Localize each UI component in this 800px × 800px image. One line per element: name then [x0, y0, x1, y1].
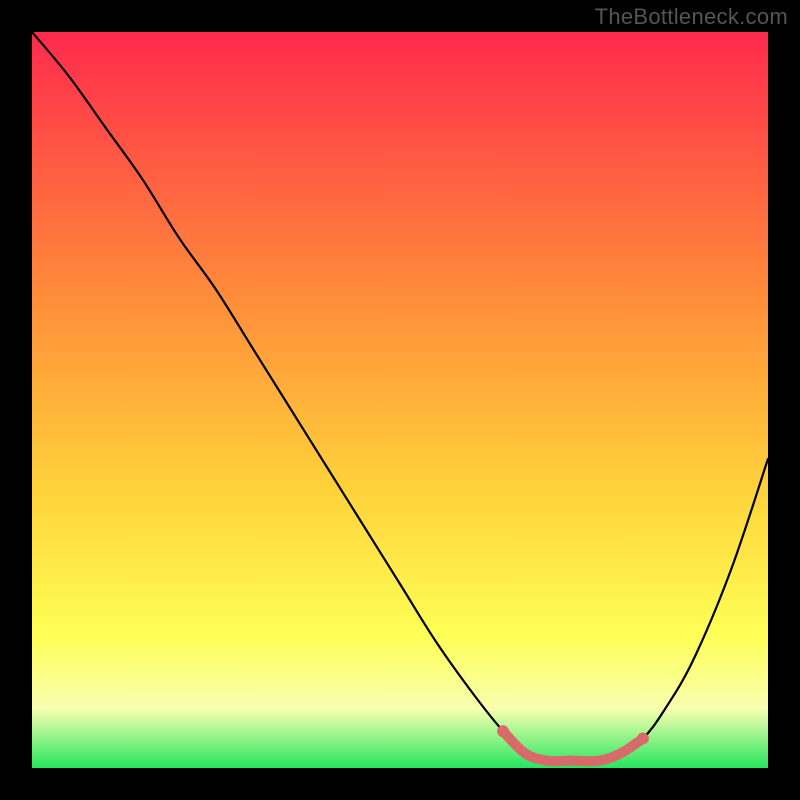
gradient-background [32, 32, 768, 768]
chart-svg [32, 32, 768, 768]
highlight-end-dot [637, 733, 649, 745]
chart-container: TheBottleneck.com [0, 0, 800, 800]
highlight-start-dot [497, 725, 509, 737]
watermark-text: TheBottleneck.com [595, 4, 788, 30]
plot-area [32, 32, 768, 768]
